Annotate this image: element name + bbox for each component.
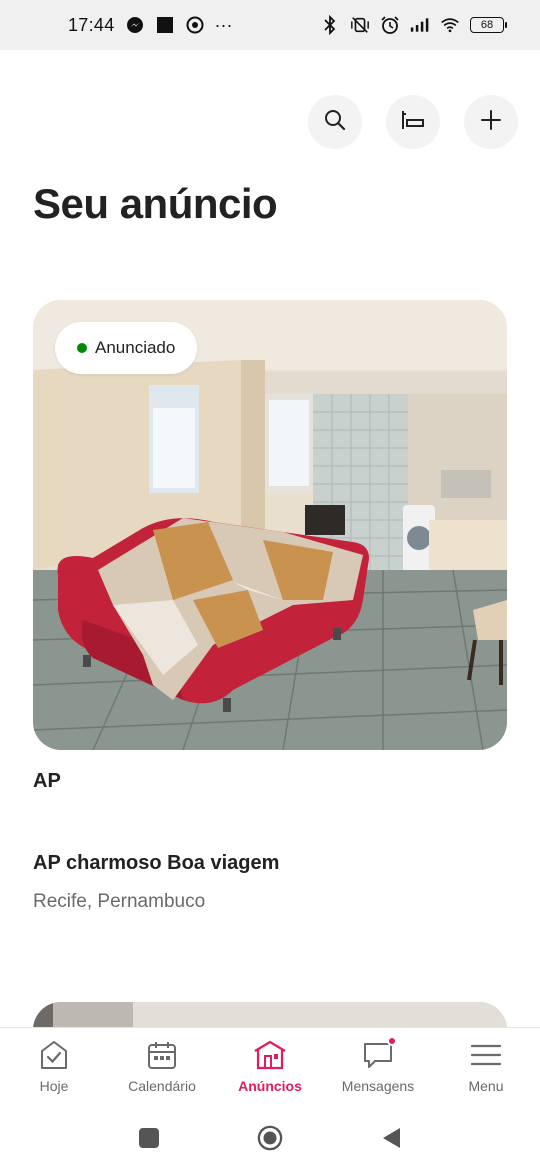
header-actions (308, 95, 518, 149)
page-title: Seu anúncio (33, 180, 278, 227)
status-time: 17:44 (68, 14, 115, 35)
battery-icon: 68 (470, 17, 507, 33)
search-icon (323, 108, 347, 137)
square-app-icon (155, 15, 175, 35)
tab-hoje[interactable]: Hoje (0, 1038, 108, 1094)
bottom-tab-bar: Hoje Calendário Anúncios Mensagens Menu (0, 1027, 540, 1105)
listings-house-icon (253, 1038, 287, 1072)
status-more: ··· (214, 14, 233, 35)
listing-name[interactable]: AP (33, 770, 61, 793)
tab-mensagens[interactable]: Mensagens (324, 1036, 432, 1094)
status-left: 17:44 ··· (68, 15, 233, 36)
bed-icon (400, 107, 426, 138)
tab-label-anuncios: Anúncios (238, 1078, 302, 1094)
back-button[interactable] (378, 1125, 404, 1151)
add-listing-button[interactable] (464, 95, 518, 149)
tab-anuncios[interactable]: Anúncios (216, 1038, 324, 1094)
chrome-icon (185, 15, 205, 35)
plus-icon (479, 108, 503, 137)
search-button[interactable] (308, 95, 362, 149)
tab-label-calendario: Calendário (128, 1078, 196, 1094)
signal-icon (410, 15, 430, 35)
view-mode-button[interactable] (386, 95, 440, 149)
status-label: Anunciado (95, 338, 176, 357)
tab-calendario[interactable]: Calendário (108, 1038, 216, 1094)
calendar-icon (145, 1038, 179, 1072)
status-badge: Anunciado (55, 322, 198, 374)
wifi-icon (440, 15, 460, 35)
vibrate-off-icon (350, 15, 370, 35)
system-nav-bar (0, 1105, 540, 1170)
tab-label-menu: Menu (468, 1078, 504, 1094)
listing-photo[interactable]: Anunciado (33, 300, 507, 750)
notification-dot (387, 1036, 397, 1046)
messenger-icon (125, 15, 145, 35)
chat-icon (361, 1036, 397, 1072)
today-check-icon (37, 1038, 71, 1072)
recent-apps-button[interactable] (136, 1125, 162, 1151)
tab-label-hoje: Hoje (39, 1078, 69, 1094)
hamburger-icon (469, 1038, 503, 1072)
home-button[interactable] (257, 1125, 283, 1151)
alarm-icon (380, 15, 400, 35)
listing-title[interactable]: AP charmoso Boa viagem (33, 852, 279, 875)
tab-label-mensagens: Mensagens (341, 1078, 415, 1094)
battery-level: 68 (480, 19, 494, 31)
listing-location: Recife, Pernambuco (33, 891, 206, 912)
status-right: 68 (320, 15, 507, 35)
status-dot (77, 343, 87, 353)
status-bar: 17:44 ··· 68 (0, 0, 540, 50)
bluetooth-icon (320, 15, 340, 35)
tab-menu[interactable]: Menu (432, 1038, 540, 1094)
